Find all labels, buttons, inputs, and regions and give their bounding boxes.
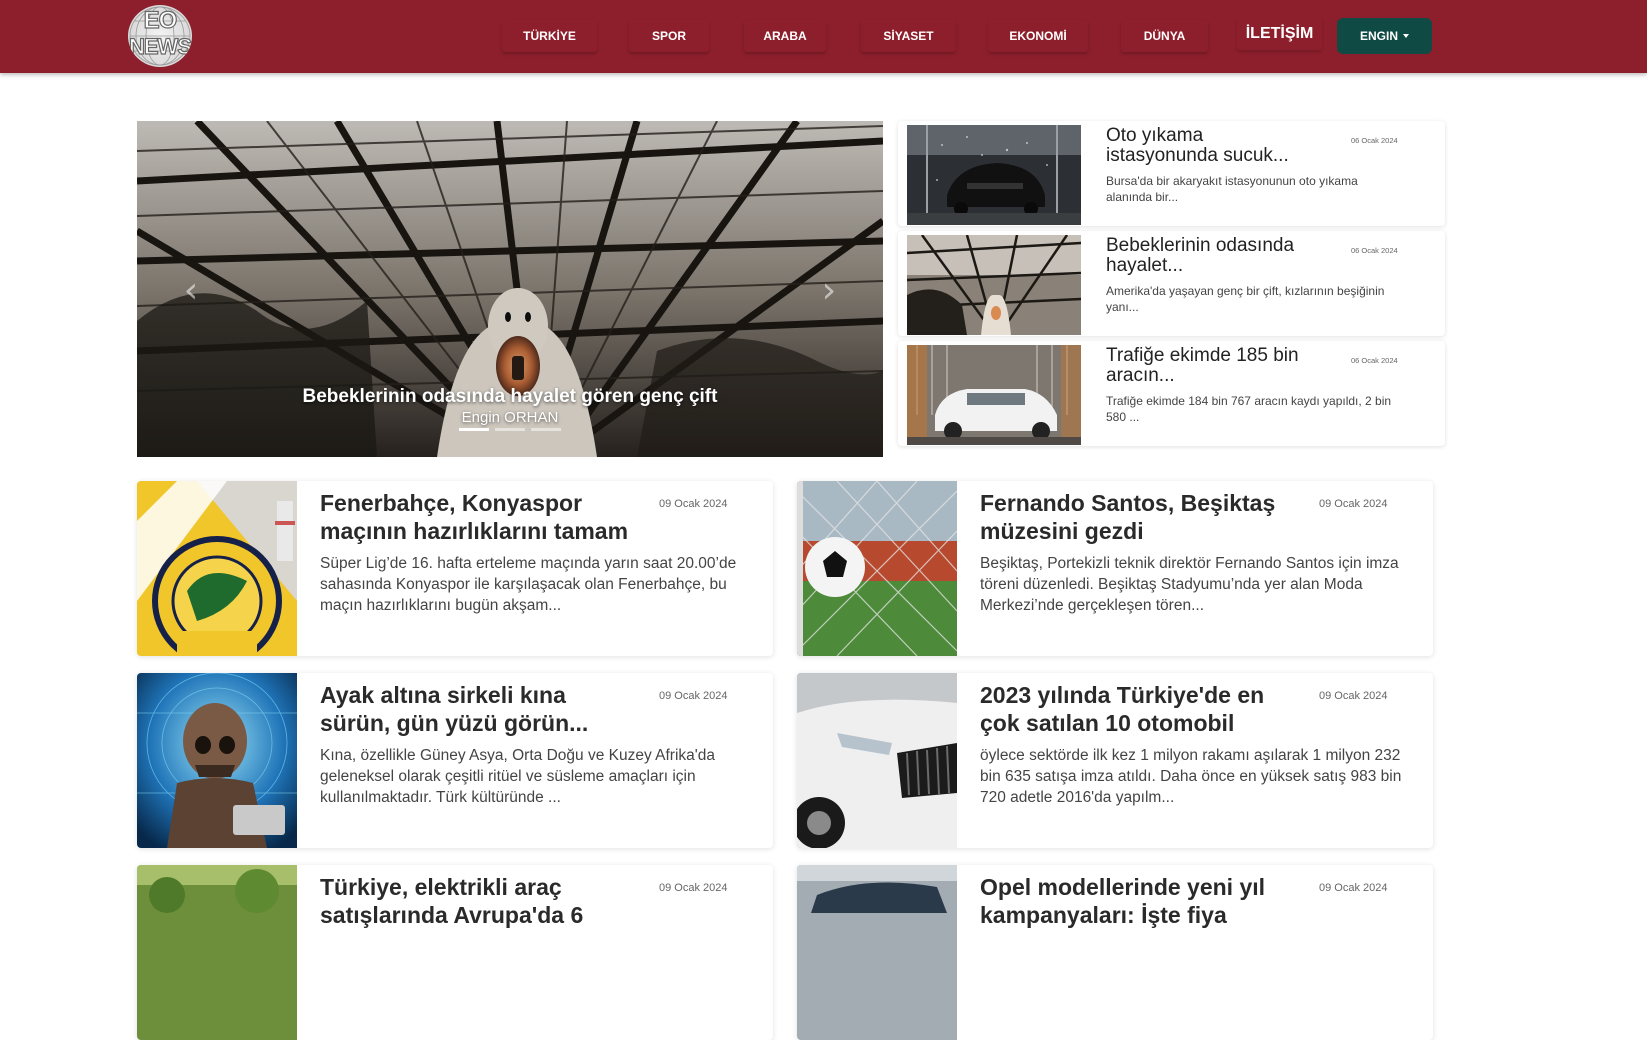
news-card-thumbnail — [797, 673, 957, 848]
side-news-date: 06 Ocak 2024 — [1351, 356, 1398, 365]
side-news-thumbnail — [907, 125, 1081, 225]
nav-iletisim[interactable]: İLETİŞİM — [1237, 18, 1322, 50]
user-dropdown-button[interactable]: ENGIN — [1337, 18, 1432, 54]
news-card[interactable]: Ayak altına sirkeli kına sürün, gün yüzü… — [137, 673, 773, 848]
news-card-date: 09 Ocak 2024 — [1319, 690, 1388, 702]
logo-text-top: EO — [143, 7, 178, 34]
carousel-indicators — [459, 428, 561, 431]
carousel-indicator[interactable] — [495, 428, 525, 431]
nav-araba[interactable]: ARABA — [744, 20, 826, 52]
side-news-item[interactable]: Oto yıkama istasyonunda sucuk... 06 Ocak… — [898, 121, 1445, 226]
news-card[interactable]: Türkiye, elektrikli araç satışlarında Av… — [137, 865, 773, 1040]
news-card-title[interactable]: Fernando Santos, Beşiktaş müzesini gezdi — [980, 489, 1300, 545]
news-card[interactable]: 2023 yılında Türkiye'de en çok satılan 1… — [797, 673, 1433, 848]
news-card-thumbnail — [137, 673, 297, 848]
news-card[interactable]: Opel modellerinde yeni yıl kampanyaları:… — [797, 865, 1433, 1040]
news-card-desc: öylece sektörde ilk kez 1 milyon rakamı … — [980, 747, 1402, 806]
caret-down-icon — [1403, 34, 1409, 38]
side-news-desc: Amerika'da yaşayan genç bir çift, kızlar… — [1106, 284, 1385, 314]
side-news-date: 06 Ocak 2024 — [1351, 136, 1398, 145]
carousel-indicator[interactable] — [531, 428, 561, 431]
news-card-title[interactable]: Türkiye, elektrikli araç satışlarında Av… — [320, 873, 640, 929]
news-card[interactable]: Fernando Santos, Beşiktaş müzesini gezdi… — [797, 481, 1433, 656]
top-navbar: EO NEWS TÜRKİYE SPOR ARABA SİYASET EKONO… — [0, 0, 1647, 73]
hero-caption: Bebeklerinin odasında hayalet gören genç… — [137, 386, 883, 428]
site-logo[interactable]: EO NEWS — [128, 5, 192, 67]
nav-siyaset[interactable]: SİYASET — [861, 20, 956, 52]
hero-carousel[interactable]: ‹ › Bebeklerinin odasında hayalet gören … — [137, 121, 883, 457]
news-card-title[interactable]: Ayak altına sirkeli kına sürün, gün yüzü… — [320, 681, 640, 737]
news-card-thumbnail — [797, 481, 957, 656]
news-card-date: 09 Ocak 2024 — [659, 690, 728, 702]
news-card-title[interactable]: Opel modellerinde yeni yıl kampanyaları:… — [980, 873, 1300, 929]
news-card-thumbnail — [137, 481, 297, 656]
news-card-desc: Süper Lig’de 16. hafta erteleme maçında … — [320, 555, 737, 614]
side-news-desc: Bursa'da bir akaryakıt istasyonunun oto … — [1106, 174, 1358, 204]
side-news-item[interactable]: Bebeklerinin odasında hayalet... 06 Ocak… — [898, 231, 1445, 336]
side-news-date: 06 Ocak 2024 — [1351, 246, 1398, 255]
nav-turkiye[interactable]: TÜRKİYE — [502, 20, 597, 52]
logo-text-bottom: NEWS — [128, 34, 192, 59]
side-news-title[interactable]: Oto yıkama istasyonunda sucuk... — [1106, 126, 1306, 166]
carousel-next-arrow[interactable]: › — [809, 271, 849, 311]
side-news-title[interactable]: Bebeklerinin odasında hayalet... — [1106, 236, 1306, 276]
side-news-thumbnail — [907, 235, 1081, 335]
news-card-title[interactable]: 2023 yılında Türkiye'de en çok satılan 1… — [980, 681, 1300, 737]
news-card-date: 09 Ocak 2024 — [1319, 498, 1388, 510]
news-card-thumbnail — [137, 865, 297, 1040]
nav-spor[interactable]: SPOR — [629, 20, 709, 52]
carousel-indicator[interactable] — [459, 428, 489, 431]
side-news-desc: Trafiğe ekimde 184 bin 767 aracın kaydı … — [1106, 394, 1392, 424]
news-card-title[interactable]: Fenerbahçe, Konyaspor maçının hazırlıkla… — [320, 489, 640, 545]
hero-author: Engin ORHAN — [461, 409, 559, 426]
news-card-thumbnail — [797, 865, 957, 1040]
news-card-desc: Kına, özellikle Güney Asya, Orta Doğu ve… — [320, 747, 715, 806]
side-news-title[interactable]: Trafiğe ekimde 185 bin aracın... — [1106, 346, 1306, 386]
news-card-date: 09 Ocak 2024 — [659, 882, 728, 894]
user-name: ENGIN — [1359, 29, 1398, 43]
hero-title[interactable]: Bebeklerinin odasında hayalet gören genç… — [137, 386, 883, 408]
nav-ekonomi[interactable]: EKONOMİ — [988, 20, 1088, 52]
side-news-thumbnail — [907, 345, 1081, 445]
news-card-desc: Beşiktaş, Portekizli teknik direktör Fer… — [980, 555, 1399, 614]
nav-dunya[interactable]: DÜNYA — [1121, 20, 1208, 52]
news-card-date: 09 Ocak 2024 — [1319, 882, 1388, 894]
news-card[interactable]: Fenerbahçe, Konyaspor maçının hazırlıkla… — [137, 481, 773, 656]
side-news-item[interactable]: Trafiğe ekimde 185 bin aracın... 06 Ocak… — [898, 341, 1445, 446]
carousel-prev-arrow[interactable]: ‹ — [171, 271, 211, 311]
news-card-date: 09 Ocak 2024 — [659, 498, 728, 510]
